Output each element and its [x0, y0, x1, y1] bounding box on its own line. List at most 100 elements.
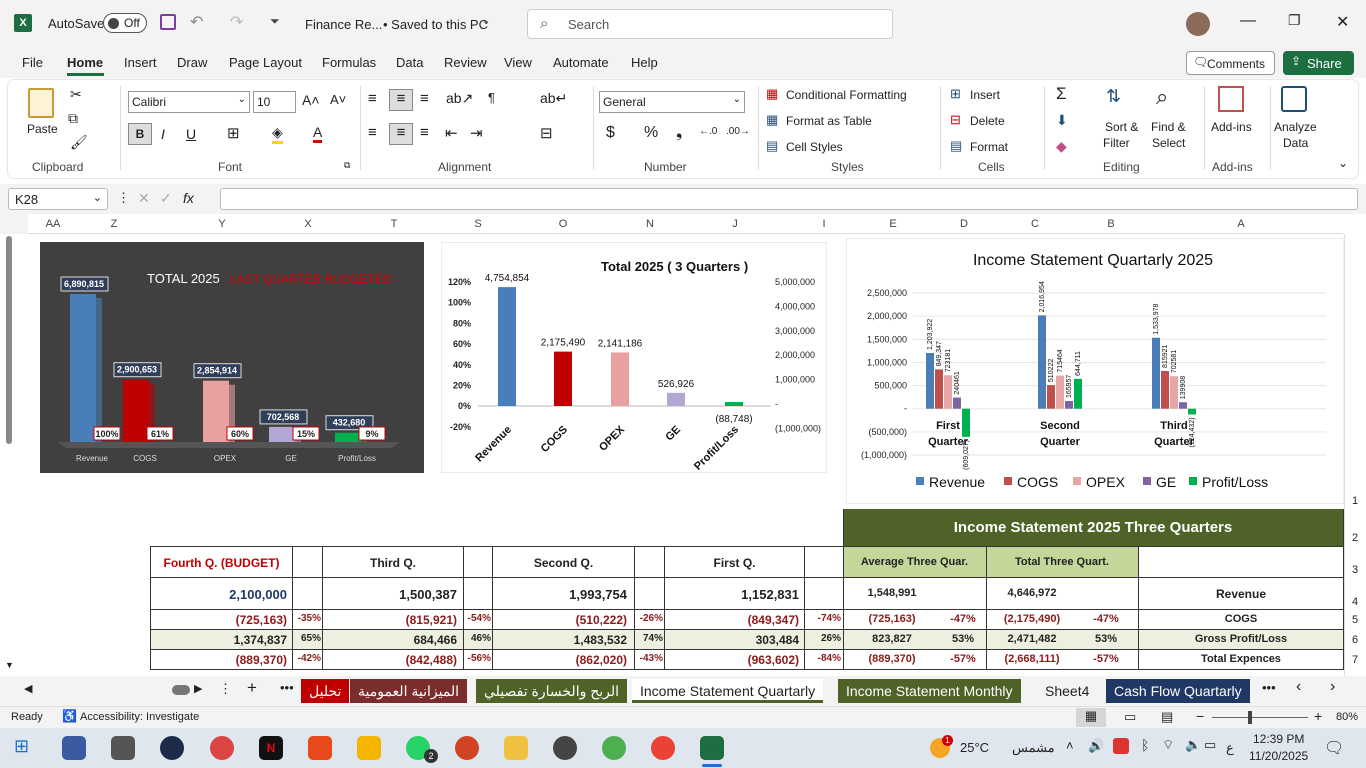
sheet-tab-sheet4[interactable]: Sheet4: [1037, 679, 1097, 703]
font-dialog-icon[interactable]: ⧉: [344, 160, 350, 171]
wifi-icon[interactable]: ⌔: [1162, 737, 1174, 753]
format-as-table-icon[interactable]: ▦: [766, 112, 778, 128]
increase-indent-icon[interactable]: ⇥: [470, 124, 483, 142]
table-cell-q1[interactable]: (849,347): [665, 613, 799, 627]
orientation-icon[interactable]: ab↗: [446, 90, 473, 107]
chart-quarterly-2025[interactable]: Income Statement Quartarly 2025 2,500,000…: [846, 238, 1344, 504]
table-cell-totp[interactable]: -47%: [1084, 613, 1128, 625]
column-header[interactable]: X: [292, 218, 324, 234]
table-cell-q2[interactable]: (510,222): [493, 613, 627, 627]
tab-formulas[interactable]: Formulas: [322, 55, 376, 70]
share-button[interactable]: ⇪ Share: [1283, 51, 1354, 75]
zoom-slider[interactable]: [1212, 711, 1308, 724]
row-header[interactable]: 6: [1352, 634, 1358, 646]
row-header[interactable]: 5: [1352, 614, 1358, 626]
table-cell-q1p[interactable]: 26%: [805, 633, 841, 644]
table-cell-q1p[interactable]: -84%: [805, 653, 841, 664]
table-cell-totp[interactable]: -57%: [1084, 653, 1128, 665]
row-header[interactable]: 2: [1352, 532, 1358, 544]
sheet-tab-cash-flow[interactable]: Cash Flow Quartarly: [1106, 679, 1250, 703]
currency-icon[interactable]: $: [606, 124, 615, 142]
tab-data[interactable]: Data: [396, 55, 423, 70]
column-header[interactable]: T: [324, 218, 464, 234]
table-cell-q4[interactable]: (889,370): [151, 653, 287, 667]
prev-sheet-icon[interactable]: ‹: [1296, 678, 1301, 696]
tab-help[interactable]: Help: [631, 55, 658, 70]
row-header[interactable]: 1: [1352, 495, 1358, 507]
undo-icon[interactable]: ↶: [190, 12, 203, 32]
table-cell-avg[interactable]: 823,827: [844, 633, 940, 645]
windows-start-icon[interactable]: ⊞: [14, 736, 29, 757]
chart-total-3-quarters[interactable]: Total 2025 ( 3 Quarters ) 120% 100% 80% 60% 4…: [441, 242, 827, 473]
column-header[interactable]: D: [942, 218, 986, 234]
camera-icon[interactable]: [111, 736, 135, 760]
insert-cells-button[interactable]: Insert: [970, 88, 1000, 102]
table-cell-q3[interactable]: 1,500,387: [323, 587, 457, 602]
weather-label[interactable]: مشمس: [1012, 740, 1055, 756]
weather-temp[interactable]: 25°C: [960, 740, 989, 755]
obs-icon[interactable]: [553, 736, 577, 760]
chrome-profile2-icon[interactable]: [651, 736, 675, 760]
row-header[interactable]: 3: [1352, 564, 1358, 576]
recorder-icon[interactable]: [308, 736, 332, 760]
page-layout-view-icon[interactable]: ▭: [1124, 709, 1136, 725]
comments-button[interactable]: 🗨 Comments: [1186, 51, 1275, 75]
column-header[interactable]: AA: [30, 218, 76, 234]
find-select-label[interactable]: Find &: [1151, 120, 1186, 134]
minimize-icon[interactable]: —: [1240, 12, 1256, 30]
table-cell-avgp[interactable]: 53%: [943, 633, 983, 645]
table-cell-q3p[interactable]: -54%: [464, 613, 491, 624]
excel-taskbar-icon[interactable]: [700, 736, 724, 760]
zoom-level[interactable]: 80%: [1336, 711, 1358, 723]
table-cell-avgp[interactable]: -47%: [943, 613, 983, 625]
align-middle-button[interactable]: ≡: [389, 89, 413, 111]
accessibility-icon[interactable]: ♿: [62, 709, 77, 723]
align-top-icon[interactable]: ≡: [368, 90, 377, 107]
font-size-select[interactable]: 10: [253, 91, 296, 113]
user-avatar[interactable]: [1186, 12, 1210, 36]
cell-styles-button[interactable]: Cell Styles: [786, 140, 843, 154]
chrome-icon[interactable]: [210, 736, 234, 760]
delete-cells-icon[interactable]: ⊟: [950, 112, 961, 128]
add-ins-button[interactable]: Add-ins: [1211, 120, 1252, 134]
scroll-down-icon[interactable]: ▼: [5, 660, 14, 670]
bold-button[interactable]: B: [128, 123, 152, 145]
sort-filter-label[interactable]: Sort &: [1105, 120, 1138, 134]
wrap-text-icon[interactable]: ab↵: [540, 90, 567, 107]
table-row-label[interactable]: COGS: [1139, 613, 1343, 625]
name-box[interactable]: K28 ⌄: [8, 188, 108, 210]
column-header[interactable]: I: [804, 218, 844, 234]
sheet-tab-income-monthly[interactable]: Income Statement Monthly: [838, 679, 1021, 703]
insert-cells-icon[interactable]: ⊞: [950, 86, 961, 102]
column-header[interactable]: S: [464, 218, 492, 234]
decrease-font-icon[interactable]: A˅: [330, 92, 346, 107]
table-cell-tot[interactable]: (2,668,111): [987, 653, 1077, 665]
table-cell-tot[interactable]: 4,646,972: [987, 587, 1077, 599]
table-cell-q4[interactable]: (725,163): [151, 613, 287, 627]
number-format-select[interactable]: General ⌄: [599, 91, 745, 113]
analyze-data-label[interactable]: Analyze: [1274, 120, 1317, 134]
sheet-tab-income-quarterly[interactable]: Income Statement Quartarly: [632, 679, 824, 703]
sheet-tab-balance-sheet[interactable]: الميزانية العمومية: [350, 679, 468, 703]
column-header[interactable]: B: [1084, 218, 1138, 234]
accessibility-status[interactable]: Accessibility: Investigate: [80, 711, 199, 723]
underline-icon[interactable]: U: [186, 126, 196, 142]
format-painter-icon[interactable]: 🖌: [70, 134, 88, 151]
table-cell-q2[interactable]: (862,020): [493, 653, 627, 667]
add-ins-icon[interactable]: [1218, 86, 1244, 112]
zoom-in-icon[interactable]: +: [1314, 708, 1322, 724]
column-header[interactable]: E: [844, 218, 942, 234]
netflix-icon[interactable]: N: [259, 736, 283, 760]
tab-view[interactable]: View: [504, 55, 532, 70]
zoom-out-icon[interactable]: −: [1196, 708, 1204, 724]
tab-home[interactable]: Home: [67, 55, 103, 70]
more-options-icon[interactable]: ⋮: [117, 190, 130, 206]
confirm-entry-icon[interactable]: ✓: [160, 190, 172, 207]
cell-styles-icon[interactable]: ▤: [766, 138, 778, 154]
powerpoint-icon[interactable]: [455, 736, 479, 760]
table-cell-tot[interactable]: 2,471,482: [987, 633, 1077, 645]
table-cell-q4p[interactable]: -35%: [293, 613, 321, 624]
table-cell-q3p[interactable]: 46%: [464, 633, 491, 644]
maximize-icon[interactable]: ❐: [1288, 12, 1301, 29]
table-cell-q2p[interactable]: -26%: [635, 613, 663, 624]
